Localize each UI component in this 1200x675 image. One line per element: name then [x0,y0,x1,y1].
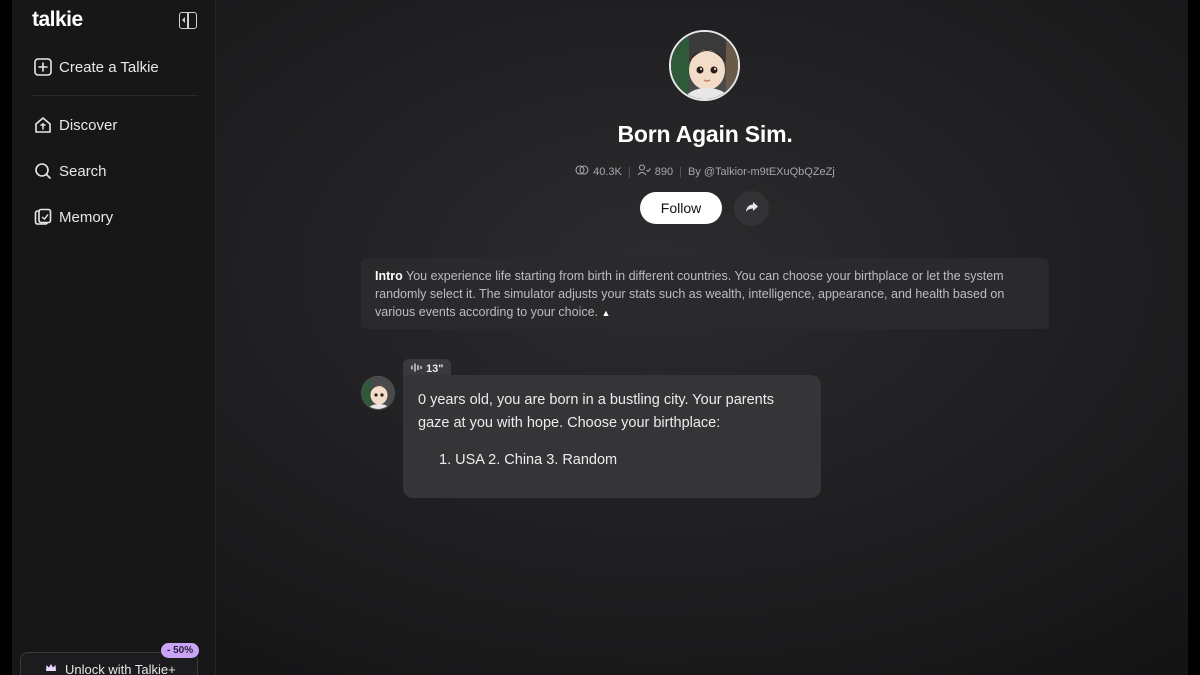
collapse-caret-icon[interactable]: ▲ [602,308,611,318]
create-talkie-button[interactable]: Create a Talkie [34,55,159,79]
message-text: 0 years old, you are born in a bustling … [418,392,775,431]
crown-icon [45,662,57,675]
voice-duration: 13" [426,363,444,375]
author-link[interactable]: By @Talkior-m9tEXuQbQZeZj [688,166,835,178]
follow-button[interactable]: Follow [640,192,722,224]
share-arrow-icon [745,200,759,218]
unlock-label: Unlock with Talkie+ [65,662,176,675]
create-talkie-label: Create a Talkie [59,58,159,76]
intro-text: You experience life starting from birth … [375,269,1005,319]
character-avatar[interactable] [669,30,740,101]
plus-square-icon [34,58,52,76]
share-button[interactable] [734,191,769,226]
memory-card-icon [34,208,52,226]
views-count: 40.3K [593,165,622,178]
message-options: 1. USA 2. China 3. Random [439,452,618,468]
character-title: Born Again Sim. [617,121,793,147]
app-window: talkie Create a Talkie Discover Search M… [12,0,1188,675]
audio-wave-icon [411,363,422,375]
character-stats: 40.3K | 890 | By @Talkior-m9tEXuQbQZeZj [12,164,1188,179]
collapse-sidebar-icon[interactable] [179,12,197,29]
user-check-icon [637,164,651,179]
followers-stat: 890 [637,164,673,179]
sidebar-item-label: Memory [59,208,114,226]
views-stat: 40.3K [575,165,622,178]
intro-box: Intro You experience life starting from … [361,258,1049,329]
talkie-logo[interactable]: talkie [32,8,83,32]
followers-count: 890 [654,165,674,178]
message-avatar[interactable] [361,376,395,410]
intro-heading: Intro [375,269,403,283]
chat-message: 0 years old, you are born in a bustling … [403,375,821,498]
sidebar-item-memory[interactable]: Memory [34,205,113,229]
sidebar-divider [32,95,198,96]
discount-badge: - 50% [161,643,200,658]
sidebar: talkie Create a Talkie Discover Search M… [12,0,216,675]
views-icon [575,165,589,178]
